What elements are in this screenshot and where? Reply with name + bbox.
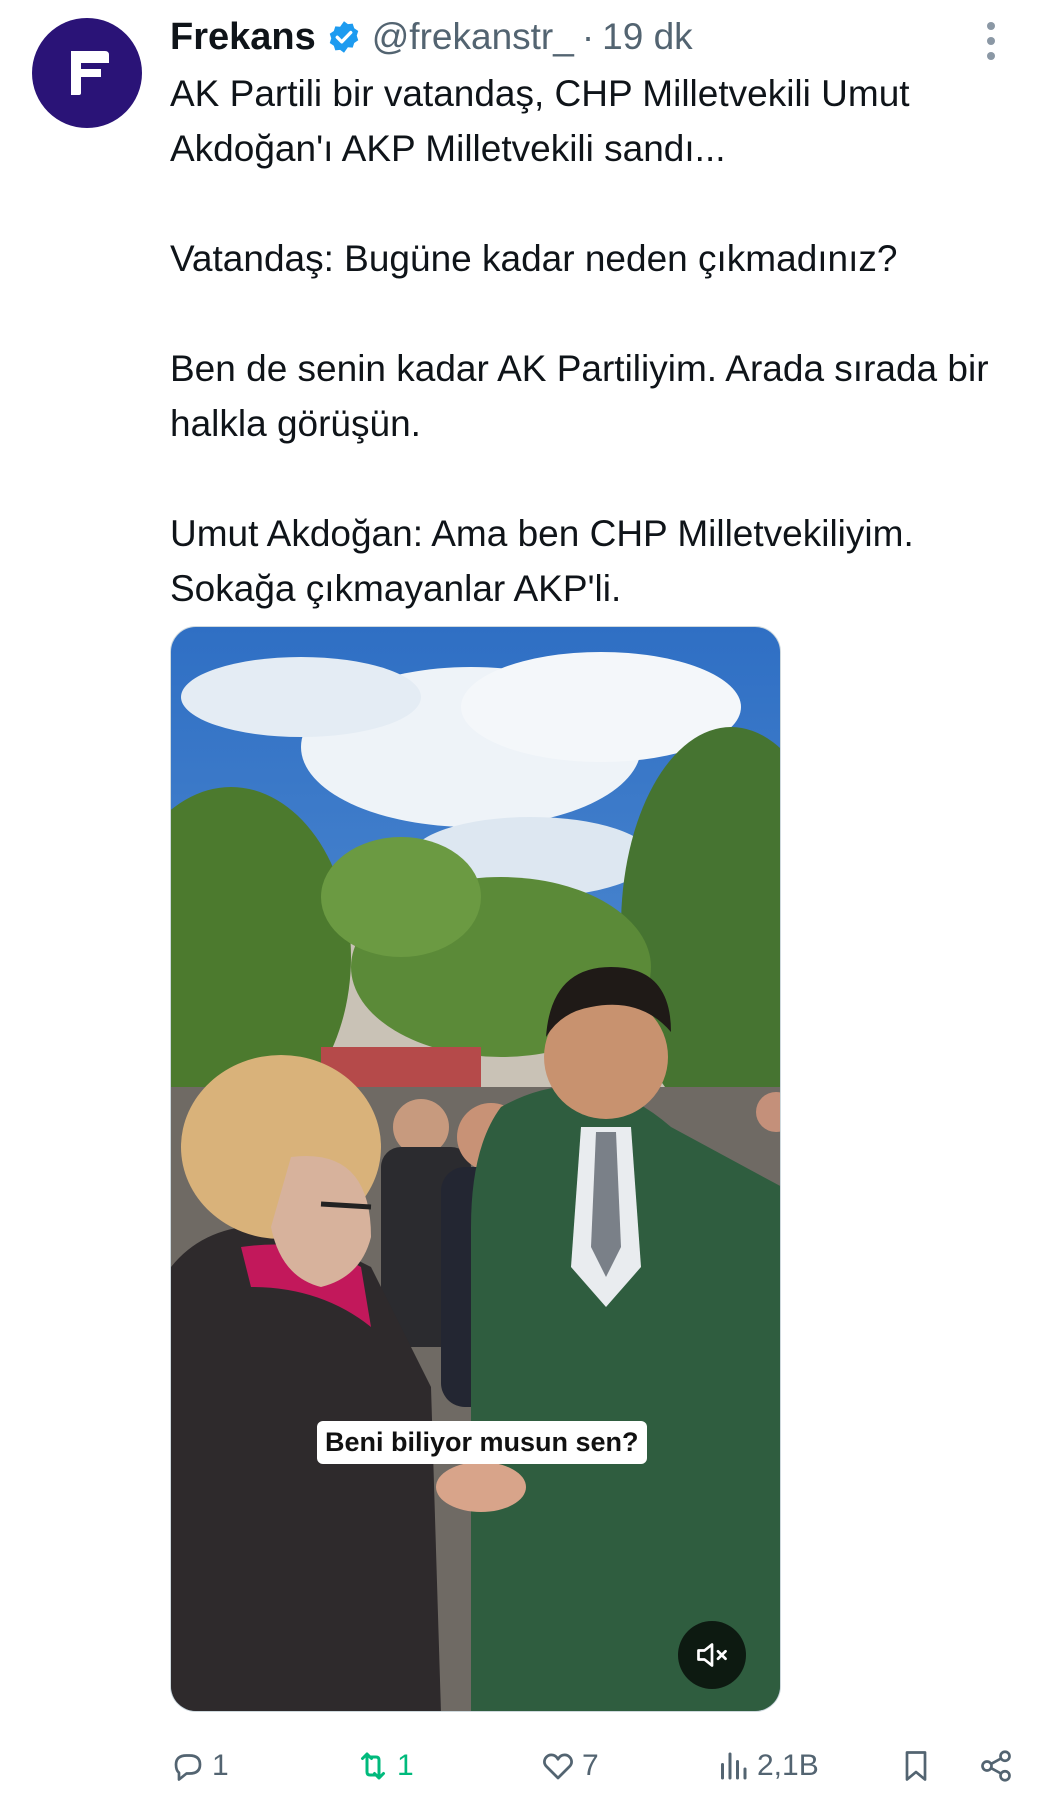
- tweet-actions: 1 1 7 2,1B: [170, 1736, 1030, 1796]
- tweet-time[interactable]: 19 dk: [602, 16, 693, 58]
- video-caption: Beni biliyor musun sen?: [317, 1421, 647, 1464]
- video-player[interactable]: Beni biliyor musun sen?: [170, 626, 781, 1712]
- retweet-icon: [361, 1752, 385, 1780]
- reply-icon: [174, 1754, 202, 1781]
- bookmark-button[interactable]: [898, 1736, 934, 1796]
- tweet-line: Vatandaş: Bugüne kadar neden çıkmadınız?: [170, 238, 898, 279]
- mute-button[interactable]: [678, 1621, 746, 1689]
- separator-dot: ·: [581, 16, 595, 57]
- reply-count: 1: [212, 1749, 229, 1782]
- share-icon: [981, 1750, 1011, 1782]
- bookmark-icon: [905, 1751, 927, 1781]
- author-name[interactable]: Frekans: [170, 16, 316, 59]
- author-handle[interactable]: @frekanstr_: [372, 16, 574, 58]
- verified-badge-icon: [329, 21, 358, 53]
- frekans-logo-icon: [71, 51, 109, 95]
- avatar[interactable]: [32, 18, 142, 128]
- tweet-line: Ben de senin kadar AK Partiliyim. Arada …: [170, 348, 989, 444]
- reply-button[interactable]: 1: [170, 1736, 229, 1796]
- tweet-line: Umut Akdoğan: Ama ben CHP Milletvekiliyi…: [170, 513, 914, 609]
- retweet-count: 1: [397, 1749, 414, 1782]
- like-count: 7: [582, 1749, 599, 1782]
- views-count: 2,1B: [757, 1749, 819, 1782]
- more-options-icon[interactable]: [984, 22, 998, 60]
- tweet-line: AK Partili bir vatandaş, CHP Milletvekil…: [170, 73, 910, 169]
- speaker-muted-icon: [697, 1643, 727, 1667]
- retweet-button[interactable]: 1: [355, 1736, 414, 1796]
- share-button[interactable]: [978, 1736, 1014, 1796]
- like-button[interactable]: 7: [540, 1736, 599, 1796]
- views-button[interactable]: 2,1B: [715, 1736, 819, 1796]
- tweet-text: AK Partili bir vatandaş, CHP Milletvekil…: [170, 66, 1040, 616]
- video-frame: [171, 627, 780, 1711]
- tweet-header: Frekans @frekanstr_ · 19 dk: [170, 12, 693, 62]
- heart-icon: [543, 1753, 573, 1780]
- views-chart-icon: [721, 1752, 747, 1780]
